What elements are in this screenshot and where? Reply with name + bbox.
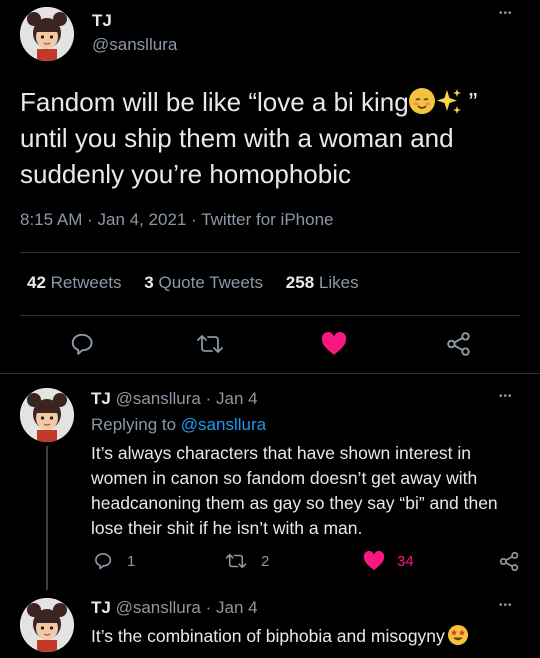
reply-button[interactable]: 1 bbox=[93, 550, 135, 572]
avatar[interactable] bbox=[20, 7, 74, 61]
heart-icon bbox=[321, 332, 347, 355]
likes-stat[interactable]: 258 Likes bbox=[286, 273, 359, 292]
reply-icon bbox=[71, 333, 93, 355]
reply-header: TJ @sansllura · Jan 4 bbox=[91, 598, 258, 618]
retweet-button[interactable] bbox=[195, 330, 225, 358]
tweet-text: Fandom will be like “love a bi king” unt… bbox=[20, 84, 530, 192]
reply-date[interactable]: Jan 4 bbox=[216, 598, 258, 617]
tweet-meta: 8:15 AM · Jan 4, 2021 · Twitter for iPho… bbox=[20, 210, 333, 230]
display-name[interactable]: TJ bbox=[91, 598, 111, 617]
reply-header: TJ @sansllura · Jan 4 bbox=[91, 389, 258, 409]
display-name[interactable]: TJ bbox=[92, 11, 112, 31]
tweet-stats: 42 Retweets 3 Quote Tweets 258 Likes bbox=[27, 273, 359, 293]
meta-separator: · bbox=[191, 210, 197, 229]
tweet-source[interactable]: Twitter for iPhone bbox=[201, 210, 333, 229]
share-button[interactable] bbox=[499, 550, 520, 572]
reply-text: It’s always characters that have shown i… bbox=[91, 443, 498, 538]
retweet-count: 2 bbox=[261, 552, 270, 570]
divider bbox=[20, 252, 520, 253]
retweets-stat[interactable]: 42 Retweets bbox=[27, 273, 126, 292]
handle[interactable]: @sansllura bbox=[116, 598, 201, 617]
reply-icon bbox=[95, 553, 112, 570]
smiling-face-emoji-icon bbox=[408, 88, 435, 114]
share-icon bbox=[447, 332, 470, 356]
avatar-illustration bbox=[20, 388, 74, 442]
like-button[interactable] bbox=[320, 330, 348, 358]
display-name[interactable]: TJ bbox=[91, 389, 111, 408]
handle[interactable]: @sansllura bbox=[92, 35, 177, 55]
avatar[interactable] bbox=[20, 598, 74, 652]
sparkles-emoji-icon bbox=[435, 88, 463, 116]
tweet-date[interactable]: Jan 4, 2021 bbox=[98, 210, 187, 229]
replying-to-handle[interactable]: @sansllura bbox=[181, 415, 266, 434]
divider bbox=[20, 315, 520, 316]
reply-button[interactable] bbox=[68, 330, 96, 358]
meta-separator: · bbox=[205, 389, 212, 408]
retweet-icon bbox=[197, 335, 223, 353]
like-count: 34 bbox=[397, 552, 414, 570]
tweet-time[interactable]: 8:15 AM bbox=[20, 210, 82, 229]
meta-separator: · bbox=[87, 210, 93, 229]
share-icon bbox=[499, 551, 519, 571]
more-options-button[interactable]: ••• bbox=[499, 8, 513, 19]
star-struck-emoji-icon bbox=[447, 624, 469, 646]
more-options-button[interactable]: ••• bbox=[499, 600, 513, 611]
avatar[interactable] bbox=[20, 388, 74, 442]
handle[interactable]: @sansllura bbox=[116, 389, 201, 408]
avatar-illustration bbox=[20, 598, 74, 652]
divider bbox=[0, 373, 540, 374]
meta-separator: · bbox=[205, 598, 212, 617]
share-button[interactable] bbox=[445, 330, 473, 358]
quote-tweets-stat[interactable]: 3 Quote Tweets bbox=[144, 273, 268, 292]
heart-icon bbox=[363, 551, 385, 571]
retweet-icon bbox=[225, 553, 247, 569]
thread-line bbox=[46, 446, 48, 590]
tweet-text-line-3: suddenly you’re homophobic bbox=[20, 159, 351, 189]
tweet-text-line-2: until you ship them with a woman and bbox=[20, 123, 454, 153]
retweet-button[interactable]: 2 bbox=[225, 550, 269, 572]
reply-date[interactable]: Jan 4 bbox=[216, 389, 258, 408]
replying-to: Replying to @sansllura bbox=[91, 415, 267, 434]
tweet-text-line-1: Fandom will be like “love a bi king” bbox=[20, 87, 478, 117]
reply-text: It’s the combination of biphobia and mis… bbox=[91, 624, 536, 649]
avatar-illustration bbox=[20, 7, 74, 61]
like-button[interactable]: 34 bbox=[363, 550, 414, 572]
reply-count: 1 bbox=[127, 552, 136, 570]
more-options-button[interactable]: ••• bbox=[499, 391, 513, 402]
